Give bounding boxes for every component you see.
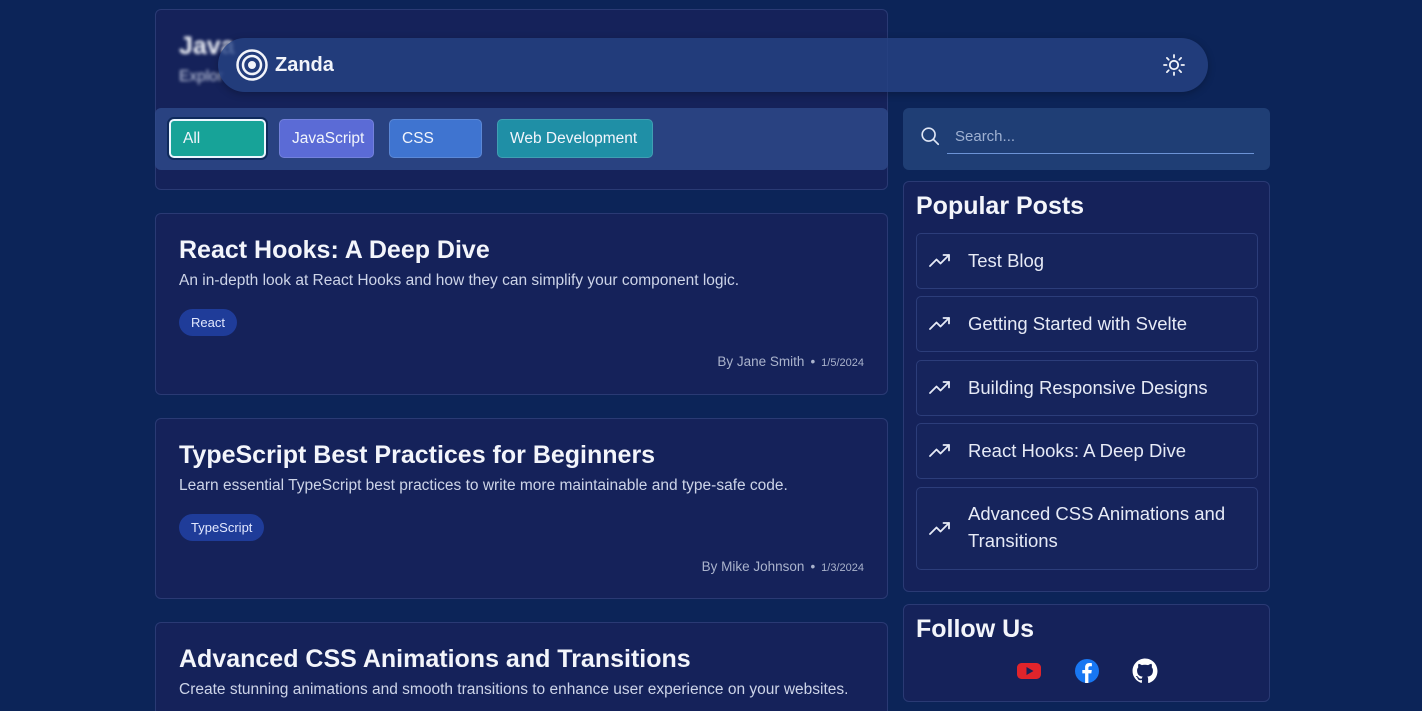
post-date: 1/5/2024 <box>821 357 864 369</box>
popular-posts-title: Popular Posts <box>916 192 1085 220</box>
post-card-react-hooks[interactable]: React Hooks: A Deep Dive An in-depth loo… <box>155 213 888 395</box>
meta-separator: • <box>810 559 816 574</box>
post-title[interactable]: Advanced CSS Animations and Transitions <box>179 645 691 674</box>
post-description: Explor <box>179 68 223 85</box>
post-author: By Mike Johnson <box>701 559 805 574</box>
post-date: 1/3/2024 <box>821 562 864 574</box>
search-input[interactable] <box>947 120 1254 154</box>
meta-separator: • <box>810 354 816 369</box>
category-web-development-button[interactable]: Web Development <box>497 119 653 158</box>
trending-up-icon <box>929 254 950 267</box>
popular-post-item[interactable]: Getting Started with Svelte <box>916 296 1258 352</box>
follow-us-panel: Follow Us <box>903 604 1270 702</box>
post-author: By Jane Smith <box>717 354 805 369</box>
post-title[interactable]: TypeScript Best Practices for Beginners <box>179 441 655 470</box>
category-javascript-button[interactable]: JavaScript <box>279 119 374 158</box>
popular-post-item[interactable]: Building Responsive Designs <box>916 360 1258 416</box>
site-header: Zanda <box>218 38 1208 92</box>
popular-posts-panel: Popular Posts Test Blog Getting Started … <box>903 181 1270 592</box>
target-logo-icon[interactable] <box>236 49 268 81</box>
post-title[interactable]: React Hooks: A Deep Dive <box>179 236 490 265</box>
popular-post-label: Test Blog <box>968 250 1045 271</box>
popular-post-label: React Hooks: A Deep Dive <box>968 440 1186 461</box>
popular-post-label: Getting Started with Svelte <box>968 313 1188 334</box>
youtube-icon[interactable] <box>1016 658 1042 684</box>
post-card-typescript[interactable]: TypeScript Best Practices for Beginners … <box>155 418 888 599</box>
category-all-button[interactable]: All <box>169 119 266 158</box>
post-description: Create stunning animations and smooth tr… <box>179 681 849 698</box>
brand-name[interactable]: Zanda <box>275 54 334 77</box>
search-icon <box>921 127 940 146</box>
popular-post-item[interactable]: React Hooks: A Deep Dive <box>916 423 1258 479</box>
trending-up-icon <box>929 522 950 535</box>
category-filter-bar: All JavaScript CSS Web Development <box>155 108 888 170</box>
post-meta: By Mike Johnson • 1/3/2024 <box>702 559 864 574</box>
post-tag[interactable]: TypeScript <box>179 514 265 541</box>
post-description: An in-depth look at React Hooks and how … <box>179 272 740 289</box>
popular-post-label: Advanced CSS Animations and Transitions <box>968 503 1226 551</box>
search-box <box>903 108 1270 170</box>
trending-up-icon <box>929 317 950 330</box>
post-meta: By Jane Smith • 1/5/2024 <box>717 354 864 369</box>
post-card-advanced-css[interactable]: Advanced CSS Animations and Transitions … <box>155 622 888 711</box>
popular-post-label: Building Responsive Designs <box>968 377 1208 398</box>
follow-us-title: Follow Us <box>916 615 1035 643</box>
facebook-icon[interactable] <box>1074 658 1100 684</box>
popular-post-item[interactable]: Advanced CSS Animations and Transitions <box>916 487 1258 570</box>
sun-icon[interactable] <box>1162 53 1186 77</box>
post-tag[interactable]: React <box>179 309 237 336</box>
trending-up-icon <box>929 444 950 457</box>
post-description: Learn essential TypeScript best practice… <box>179 477 788 494</box>
category-css-button[interactable]: CSS <box>389 119 482 158</box>
trending-up-icon <box>929 381 950 394</box>
popular-post-item[interactable]: Test Blog <box>916 233 1258 289</box>
github-icon[interactable] <box>1132 658 1158 684</box>
